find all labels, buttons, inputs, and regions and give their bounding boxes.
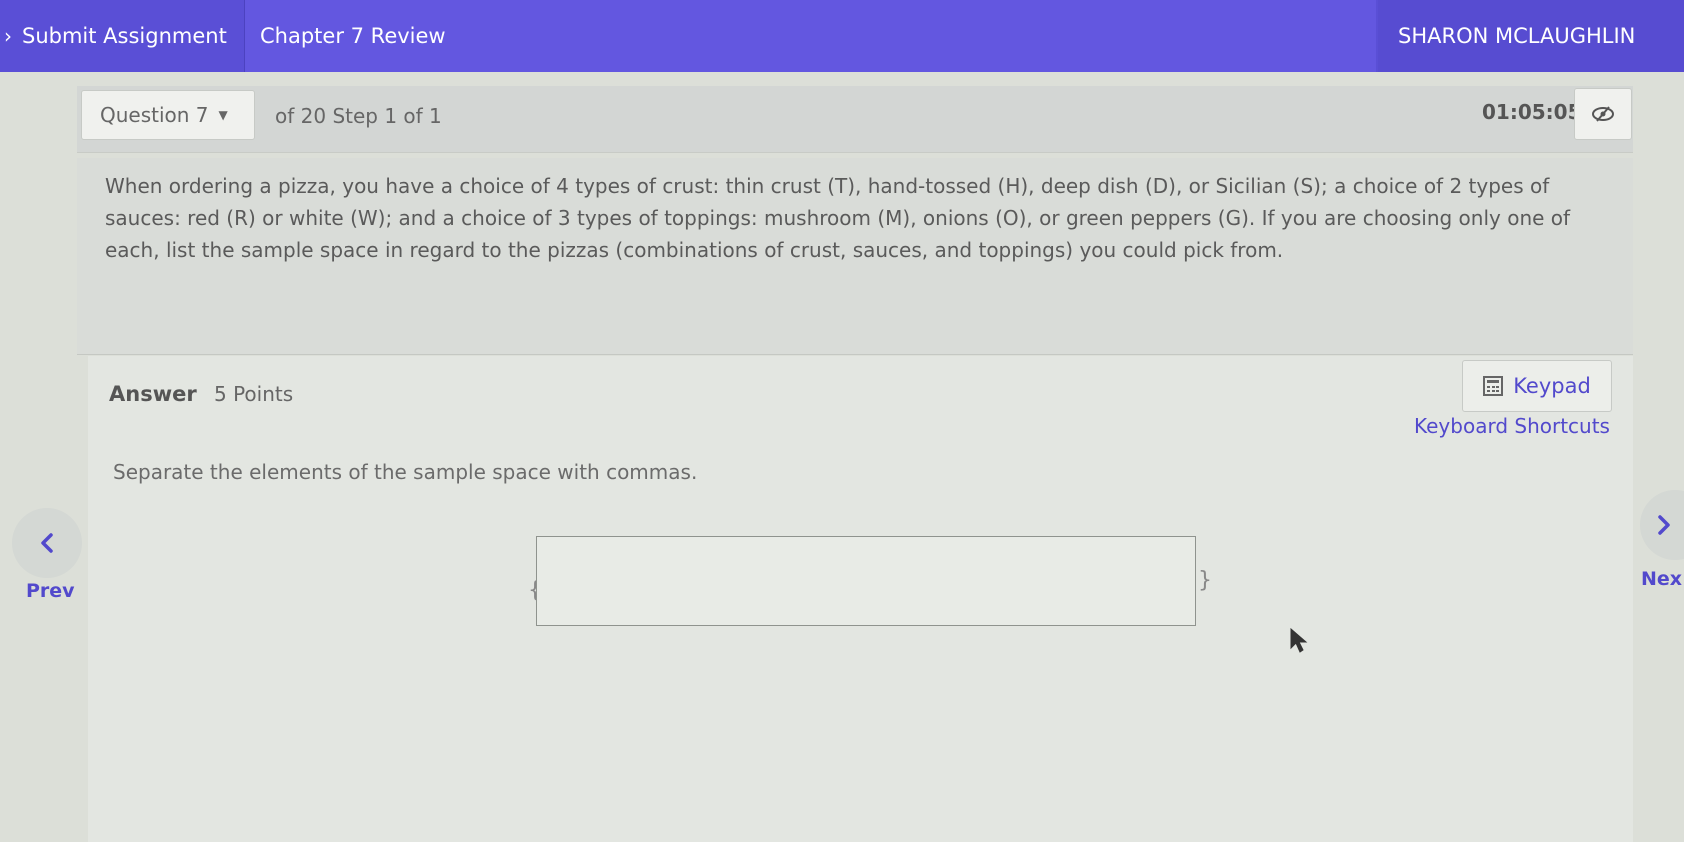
submit-assignment-label: Submit Assignment: [22, 24, 227, 48]
assignment-title: Chapter 7 Review: [244, 0, 1376, 72]
keypad-button[interactable]: Keypad: [1462, 360, 1612, 412]
mouse-cursor-icon: [1290, 628, 1308, 653]
question-text: When ordering a pizza, you have a choice…: [105, 174, 1571, 262]
submit-assignment-button[interactable]: › Submit Assignment: [0, 0, 244, 72]
keyboard-shortcuts-link[interactable]: Keyboard Shortcuts: [1414, 414, 1610, 438]
keypad-icon: [1483, 376, 1504, 396]
prev-label[interactable]: Prev: [26, 580, 75, 602]
caret-down-icon: ▼: [218, 108, 228, 122]
points-label: 5 Points: [214, 382, 294, 406]
close-brace: }: [1198, 568, 1212, 593]
top-bar: › Submit Assignment Chapter 7 Review SHA…: [0, 0, 1684, 72]
question-progress: of 20 Step 1 of 1: [275, 104, 442, 128]
question-bar: Question 7 ▼ of 20 Step 1 of 1 01:05:05: [77, 86, 1633, 153]
next-label[interactable]: Nex: [1641, 568, 1682, 590]
question-panel: When ordering a pizza, you have a choice…: [77, 158, 1633, 355]
question-dropdown[interactable]: Question 7 ▼: [81, 90, 255, 140]
prev-button[interactable]: [12, 508, 82, 578]
sample-space-input[interactable]: [536, 536, 1196, 626]
eye-slash-icon: [1592, 106, 1614, 122]
answer-label: Answer: [109, 382, 197, 406]
user-name[interactable]: SHARON MCLAUGHLIN: [1378, 0, 1684, 72]
question-dropdown-label: Question 7: [100, 103, 209, 127]
hide-timer-button[interactable]: [1574, 88, 1632, 140]
timer: 01:05:05: [1482, 100, 1582, 124]
answer-instruction: Separate the elements of the sample spac…: [113, 460, 698, 484]
next-button[interactable]: [1640, 490, 1684, 560]
keypad-label: Keypad: [1513, 374, 1591, 398]
arrow-left-icon: ›: [4, 24, 12, 48]
chevron-left-icon: [41, 533, 53, 553]
answer-panel: Answer 5 Points Keypad Keyboard Shortcut…: [88, 356, 1633, 842]
chevron-right-icon: [1658, 515, 1670, 535]
